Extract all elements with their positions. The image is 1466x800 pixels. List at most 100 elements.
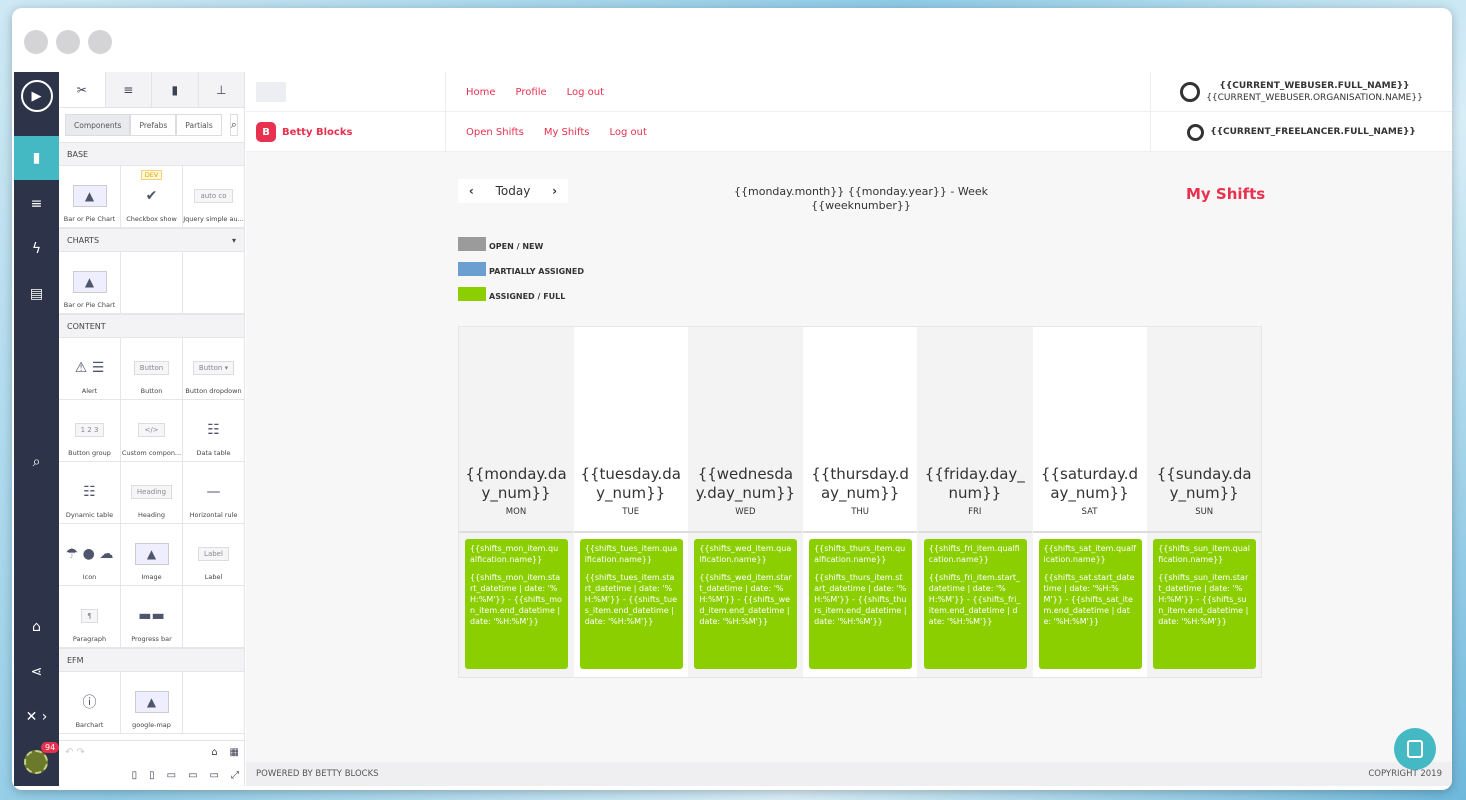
play-button[interactable]: ▶ (14, 76, 59, 116)
nav-home[interactable]: Home (466, 87, 496, 98)
nav-logout-2[interactable]: Log out (610, 127, 647, 138)
minimize-dot[interactable] (56, 30, 80, 54)
segment-components[interactable]: Components (65, 114, 131, 136)
tab-data[interactable]: ≡ (104, 72, 151, 107)
search-button[interactable]: ⌕ (229, 114, 238, 136)
day-column: {{tuesday.day_num}} TUE {{shifts_tues_ite… (573, 327, 688, 677)
shift-card[interactable]: {{shifts_tues_item.qualfication.name}} {{… (579, 539, 683, 669)
legend-label: PARTIALLY ASSIGNED (489, 267, 584, 276)
tab-tree[interactable]: ⊥ (197, 72, 244, 107)
component-preview: </> (138, 423, 165, 437)
section-header[interactable]: CHARTS ▾ (59, 228, 244, 252)
chat-button[interactable] (1394, 728, 1436, 770)
component-label: Checkbox show (126, 215, 177, 223)
week-calendar: {{monday.day_num}} MON {{shifts_mon_item.… (458, 326, 1262, 678)
pages-button[interactable]: ▮ (14, 136, 59, 180)
share-button[interactable]: ⋖ (14, 650, 59, 694)
section-header[interactable]: BASE (59, 142, 244, 166)
nav-logout[interactable]: Log out (567, 87, 604, 98)
component-item[interactable]: ⓘ Barchart (59, 672, 121, 734)
component-label: Image (141, 573, 162, 581)
component-item[interactable]: DEV ✔ Checkbox show (121, 166, 183, 228)
component-item[interactable]: auto co Jquery simple au... (183, 166, 245, 228)
component-item[interactable]: ▲ Bar or Pie Chart (59, 252, 121, 314)
section-header[interactable]: EFM (59, 648, 244, 672)
layout-icon[interactable]: ▦ (230, 747, 239, 758)
section-title: EFM (67, 655, 84, 665)
component-item[interactable]: ☂ ● ☁ Icon (59, 524, 121, 586)
component-item[interactable]: ☷ Dynamic table (59, 462, 121, 524)
component-label: Horizontal rule (189, 511, 238, 519)
legend-item: PARTIALLY ASSIGNED (458, 262, 584, 276)
fullscreen-icon[interactable]: ⤢ (231, 770, 239, 781)
segment-partials[interactable]: Partials (176, 114, 222, 136)
legend-item: OPEN / NEW (458, 237, 543, 251)
close-dot[interactable] (24, 30, 48, 54)
component-item[interactable]: 1 2 3 Button group (59, 400, 121, 462)
tablet-icon[interactable]: ▯ (149, 770, 155, 781)
logo-icon: B (256, 122, 276, 142)
maximize-dot[interactable] (88, 30, 112, 54)
component-item[interactable]: </> Custom compon... (121, 400, 183, 462)
shift-card[interactable]: {{shifts_mon_item.qualfication.name}} {{s… (465, 539, 568, 669)
paragraph-icon: ¶ (81, 601, 98, 631)
actions-button[interactable]: ϟ (14, 227, 59, 271)
component-item[interactable]: ▬▬ Progress bar (121, 586, 183, 648)
nav-profile[interactable]: Profile (516, 87, 547, 98)
undo-icon[interactable]: ↶ ↷ (65, 747, 85, 758)
phone-icon[interactable]: ▯ (132, 770, 138, 781)
component-item[interactable]: Label Label (183, 524, 245, 586)
next-week-button[interactable]: › (552, 184, 557, 198)
shift-card[interactable]: {{shifts_sat_item.qualfication.name}} {{s… (1038, 539, 1142, 669)
shift-card[interactable]: {{shifts_sun_item.qualfication.name}} {{s… (1153, 539, 1257, 669)
component-preview: Label (198, 547, 229, 561)
component-item[interactable]: — Horizontal rule (183, 462, 245, 524)
day-column: {{friday.day_num}} FRI {{shifts_fri_item.… (917, 327, 1032, 677)
component-item[interactable]: ▲ google-map (121, 672, 183, 734)
heading-icon: Heading (130, 477, 173, 507)
nav-my-shifts[interactable]: My Shifts (544, 127, 590, 138)
shift-card[interactable]: {{shifts_wed_item.qualfication.name}} {{s… (694, 539, 798, 669)
today-button[interactable]: Today (496, 184, 531, 198)
tab-page[interactable]: ▮ (151, 72, 198, 107)
component-item[interactable]: Heading Heading (121, 462, 183, 524)
footer: POWERED BY BETTY BLOCKS COPYRIGHT 2019 (246, 762, 1452, 786)
component-item[interactable]: ▲ Image (121, 524, 183, 586)
component-item[interactable]: ▲ Bar or Pie Chart (59, 166, 121, 228)
avatar[interactable] (24, 750, 48, 774)
shift-card[interactable]: {{shifts_fri_item.qualfication.name}} {{s… (923, 539, 1027, 669)
section-header[interactable]: CONTENT (59, 314, 244, 338)
desktop-icon[interactable]: ▭ (210, 770, 219, 781)
tools-button[interactable]: ✕ › (14, 695, 59, 739)
component-item[interactable]: ¶ Paragraph (59, 586, 121, 648)
component-item[interactable]: ⚠ ☰ Alert (59, 338, 121, 400)
brand-logo[interactable]: B Betty Blocks (256, 122, 445, 142)
store-button[interactable]: ⌂ (14, 605, 59, 649)
component-label: Label (204, 573, 223, 581)
server-button[interactable]: ▤ (14, 272, 59, 316)
store-icon[interactable]: ⌂ (211, 747, 217, 758)
shift-card[interactable]: {{shifts_thurs_item.qualfication.name}} {… (809, 539, 913, 669)
day-number: {{wednesday.day_num}} (695, 465, 796, 502)
shift-time: {{shifts_fri_item.start_datetime | date:… (928, 573, 1021, 626)
segment-prefabs[interactable]: Prefabs (130, 114, 177, 136)
legend-swatch (458, 237, 486, 251)
day-name: TUE (622, 507, 640, 517)
brand-name: Betty Blocks (282, 126, 353, 138)
component-item[interactable]: Button ▾ Button dropdown (183, 338, 245, 400)
component-item[interactable]: Button Button (121, 338, 183, 400)
tab-components[interactable]: ✂ (59, 72, 105, 107)
database-icon: ≡ (123, 82, 134, 97)
prev-week-button[interactable]: ‹ (469, 184, 474, 198)
component-preview: ¶ (81, 609, 98, 623)
data-button[interactable]: ≡ (14, 182, 59, 226)
nav-open-shifts[interactable]: Open Shifts (466, 127, 524, 138)
site-header: Home Profile Log out {{CURRENT_WEBUSER.F… (246, 72, 1452, 152)
search-button[interactable]: ⌕ (14, 440, 59, 484)
laptop-icon[interactable]: ▭ (188, 770, 197, 781)
store-icon: ⌂ (32, 619, 41, 635)
image-icon: ▲ (134, 687, 169, 717)
section-title: BASE (67, 149, 89, 159)
component-item[interactable]: ☷ Data table (183, 400, 245, 462)
tablet-landscape-icon[interactable]: ▭ (167, 770, 176, 781)
